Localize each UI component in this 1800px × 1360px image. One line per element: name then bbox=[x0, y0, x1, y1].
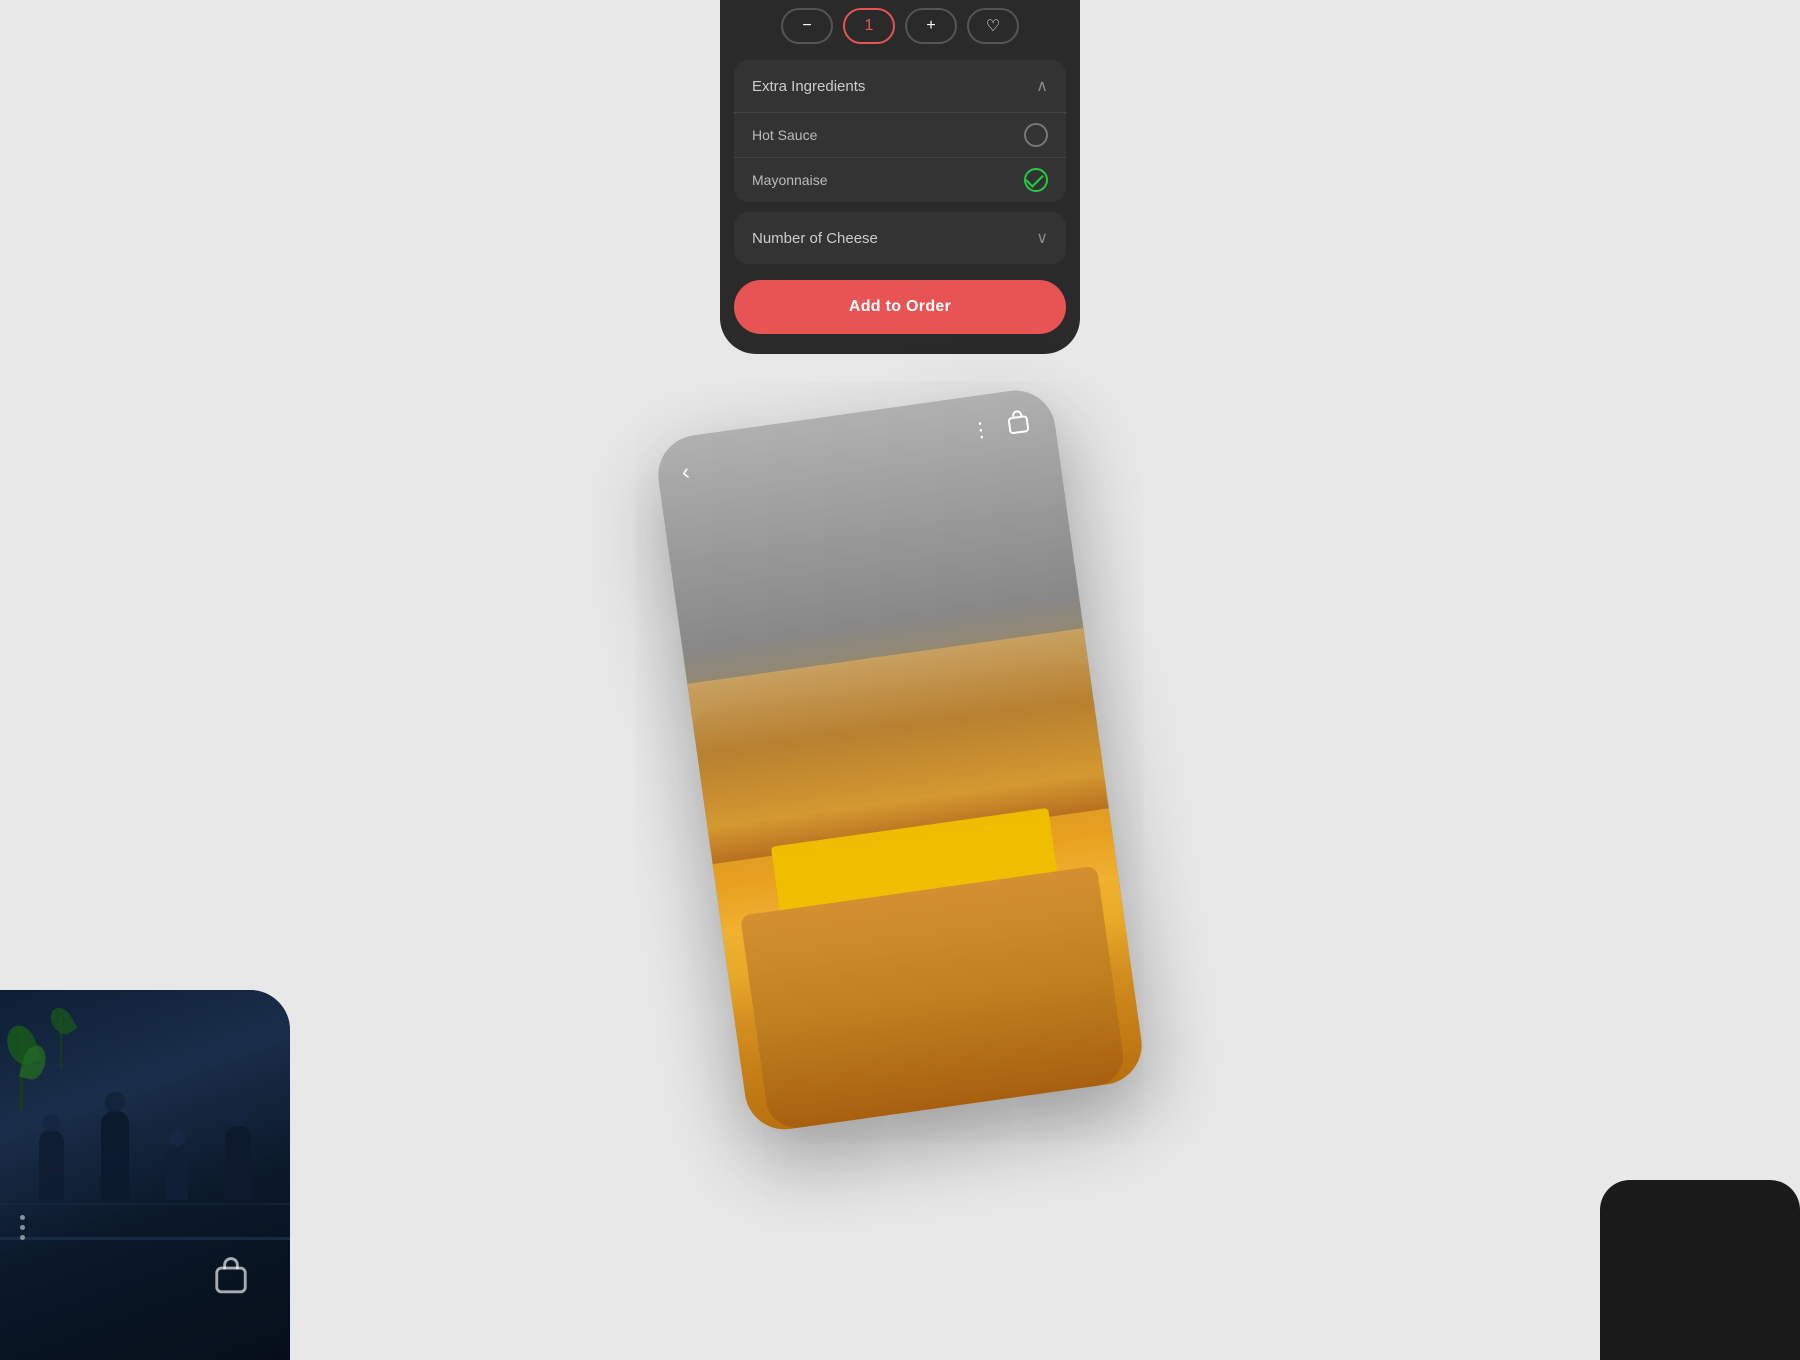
quantity-value[interactable]: 1 bbox=[843, 8, 895, 44]
increase-button[interactable]: + bbox=[905, 8, 957, 44]
mayonnaise-row[interactable]: Mayonnaise bbox=[734, 157, 1066, 202]
favorite-button[interactable]: ♡ bbox=[967, 8, 1019, 44]
number-of-cheese-title: Number of Cheese bbox=[752, 230, 878, 247]
dots-indicator bbox=[20, 1215, 25, 1240]
chevron-up-icon: ∧ bbox=[1036, 76, 1048, 96]
mayonnaise-radio[interactable] bbox=[1024, 168, 1048, 192]
mayonnaise-label: Mayonnaise bbox=[752, 172, 828, 188]
dot-3 bbox=[20, 1235, 25, 1240]
chevron-down-icon: ∨ bbox=[1036, 228, 1048, 248]
left-bag-icon[interactable] bbox=[212, 1257, 250, 1295]
dot-1 bbox=[20, 1215, 25, 1220]
hot-sauce-radio[interactable] bbox=[1024, 123, 1048, 147]
left-bag-icon-container bbox=[212, 1257, 250, 1300]
bottom-phone-card: ‹ ⋮ bbox=[653, 386, 1147, 1135]
number-of-cheese-section: Number of Cheese ∨ bbox=[734, 212, 1066, 264]
extra-ingredients-section: Extra Ingredients ∧ Hot Sauce Mayonnaise bbox=[734, 60, 1066, 202]
decrease-button[interactable]: − bbox=[781, 8, 833, 44]
extra-ingredients-header[interactable]: Extra Ingredients ∧ bbox=[734, 60, 1066, 112]
add-to-order-button[interactable]: Add to Order bbox=[734, 280, 1066, 334]
back-button[interactable]: ‹ bbox=[680, 459, 691, 486]
restaurant-photo bbox=[0, 990, 290, 1360]
phone-inner: ‹ ⋮ bbox=[653, 386, 1147, 1135]
phone-top-bar: ‹ ⋮ bbox=[653, 386, 1059, 511]
number-of-cheese-header[interactable]: Number of Cheese ∨ bbox=[734, 212, 1066, 264]
hot-sauce-label: Hot Sauce bbox=[752, 127, 817, 143]
quantity-row: − 1 + ♡ bbox=[720, 0, 1080, 60]
food-image bbox=[687, 628, 1146, 1134]
extra-ingredients-title: Extra Ingredients bbox=[752, 78, 865, 95]
top-right-icons: ⋮ bbox=[969, 409, 1033, 447]
top-phone-card: − 1 + ♡ Extra Ingredients ∧ Hot Sauce Ma… bbox=[720, 0, 1080, 354]
hot-sauce-row[interactable]: Hot Sauce bbox=[734, 112, 1066, 157]
dot-2 bbox=[20, 1225, 25, 1230]
people-silhouettes bbox=[0, 1080, 290, 1200]
left-restaurant-card bbox=[0, 990, 290, 1360]
bag-icon[interactable] bbox=[1005, 409, 1033, 442]
right-phone-card bbox=[1600, 1180, 1800, 1360]
more-options-icon[interactable]: ⋮ bbox=[970, 419, 995, 442]
